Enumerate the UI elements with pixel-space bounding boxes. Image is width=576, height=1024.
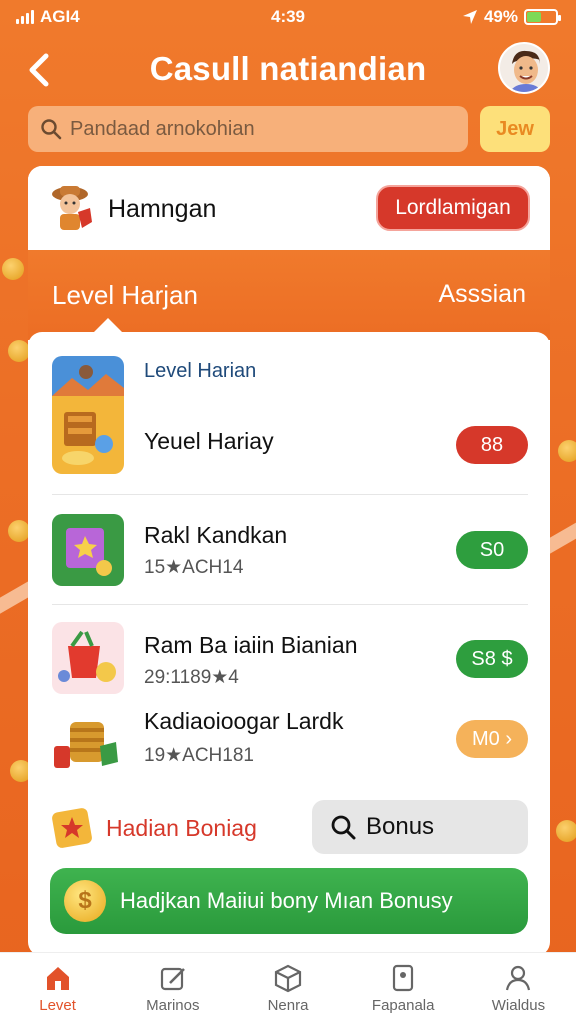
item-badge[interactable]: 88	[456, 426, 528, 464]
gift-box-icon	[52, 514, 124, 586]
hadian-label: Hadian Boniag	[106, 814, 257, 841]
box-icon	[274, 964, 302, 993]
basket-icon	[52, 622, 124, 694]
coin-decoration-icon	[8, 520, 30, 542]
item-subtitle: 15★ACH14	[144, 557, 244, 578]
page-title: Casull natiandian	[149, 50, 427, 87]
star-badge-icon	[52, 808, 92, 848]
search-row: Jew	[28, 106, 550, 152]
coin-decoration-icon	[558, 440, 576, 462]
coin-stack-icon	[52, 706, 124, 778]
main-card: Hamngan Lordlamigan Level Harjan Asssian	[28, 166, 550, 956]
item-title: Ram Ba iaiin Bianian	[144, 632, 358, 658]
nav-item-levet[interactable]: Levet	[0, 953, 115, 1024]
nav-label: Fapanala	[371, 997, 435, 1014]
band-link[interactable]: Asssian	[438, 280, 526, 309]
nav-item-marinos[interactable]: Marinos	[115, 953, 230, 1024]
battery-percent: 49%	[483, 7, 518, 26]
bonus-row: Hadian Boniag Bonus	[28, 798, 550, 858]
list-item[interactable]: Level Harian Yeuel Hariay 88	[52, 356, 528, 476]
coin-decoration-icon	[556, 820, 576, 842]
search-input[interactable]	[70, 117, 450, 141]
nav-item-fapanala[interactable]: Fapanala	[346, 953, 461, 1024]
bonus-button[interactable]: Bonus	[312, 800, 528, 854]
nav-label: Wialdus	[491, 997, 546, 1014]
divider	[52, 604, 528, 605]
user-name: Hamngan	[108, 195, 217, 223]
user-icon	[506, 965, 531, 991]
bonus-cta-button[interactable]: $ Hadjkan Maiiui bony Mıan Bonusy	[50, 868, 528, 934]
status-bar: AGI4 4:39 49%	[0, 0, 576, 34]
edit-icon	[160, 967, 185, 991]
search-icon	[331, 815, 356, 840]
list-item[interactable]: Kadiaoioogar Lardk 19★ACH181 M0 ›	[52, 706, 528, 778]
item-subtitle: 29:1189★4	[144, 667, 239, 688]
location-arrow-icon	[462, 10, 477, 24]
band-title: Level Harjan	[52, 280, 198, 310]
search-icon	[41, 119, 62, 140]
pointer-arrow	[94, 318, 122, 332]
item-subtitle: 19★ACH181	[144, 745, 254, 766]
app-header: Casull natiandian	[0, 38, 576, 100]
avatar[interactable]	[498, 42, 550, 94]
doc-icon	[393, 964, 414, 992]
nav-label: Marinos	[146, 997, 200, 1014]
status-right: 49%	[462, 7, 561, 27]
user-row: Hamngan Lordlamigan	[28, 166, 550, 250]
section-label: Level Harian	[144, 360, 257, 382]
nav-label: Nenra	[267, 997, 309, 1014]
item-title: Yeuel Hariay	[144, 428, 274, 454]
hadian-link[interactable]: Hadian Boniag	[50, 806, 257, 850]
item-badge[interactable]: S0	[456, 531, 528, 569]
bottom-nav: Levet Marinos Nenra Fapanala Wialdus	[0, 952, 576, 1024]
level-thumb-icon	[52, 356, 124, 474]
search-box[interactable]	[28, 106, 468, 152]
nav-item-wialdus[interactable]: Wialdus	[461, 953, 576, 1024]
join-button[interactable]: Jew	[480, 106, 550, 152]
item-title: Kadiaoioogar Lardk	[144, 708, 344, 734]
reward-list: Level Harian Yeuel Hariay 88 Rakl Kandka…	[28, 318, 550, 792]
challenge-button[interactable]: Lordlamigan	[376, 185, 530, 231]
dollar-coin-icon: $	[64, 880, 106, 922]
nav-label: Levet	[39, 997, 76, 1014]
item-badge[interactable]: M0 ›	[456, 720, 528, 758]
adventurer-icon	[52, 186, 92, 230]
coin-decoration-icon	[2, 258, 24, 280]
battery-icon	[524, 9, 561, 25]
home-icon	[46, 967, 69, 990]
list-item[interactable]: Rakl Kandkan 15★ACH14 S0	[52, 514, 528, 586]
divider	[52, 494, 528, 495]
item-badge[interactable]: S8 $	[456, 640, 528, 678]
cta-label: Hadjkan Maiiui bony Mıan Bonusy	[120, 888, 453, 913]
nav-item-nenra[interactable]: Nenra	[230, 953, 345, 1024]
bonus-label: Bonus	[366, 813, 435, 840]
list-item[interactable]: Ram Ba iaiin Bianian 29:1189★4 S8 $	[52, 622, 528, 694]
item-title: Rakl Kandkan	[144, 522, 288, 548]
coin-decoration-icon	[8, 340, 30, 362]
